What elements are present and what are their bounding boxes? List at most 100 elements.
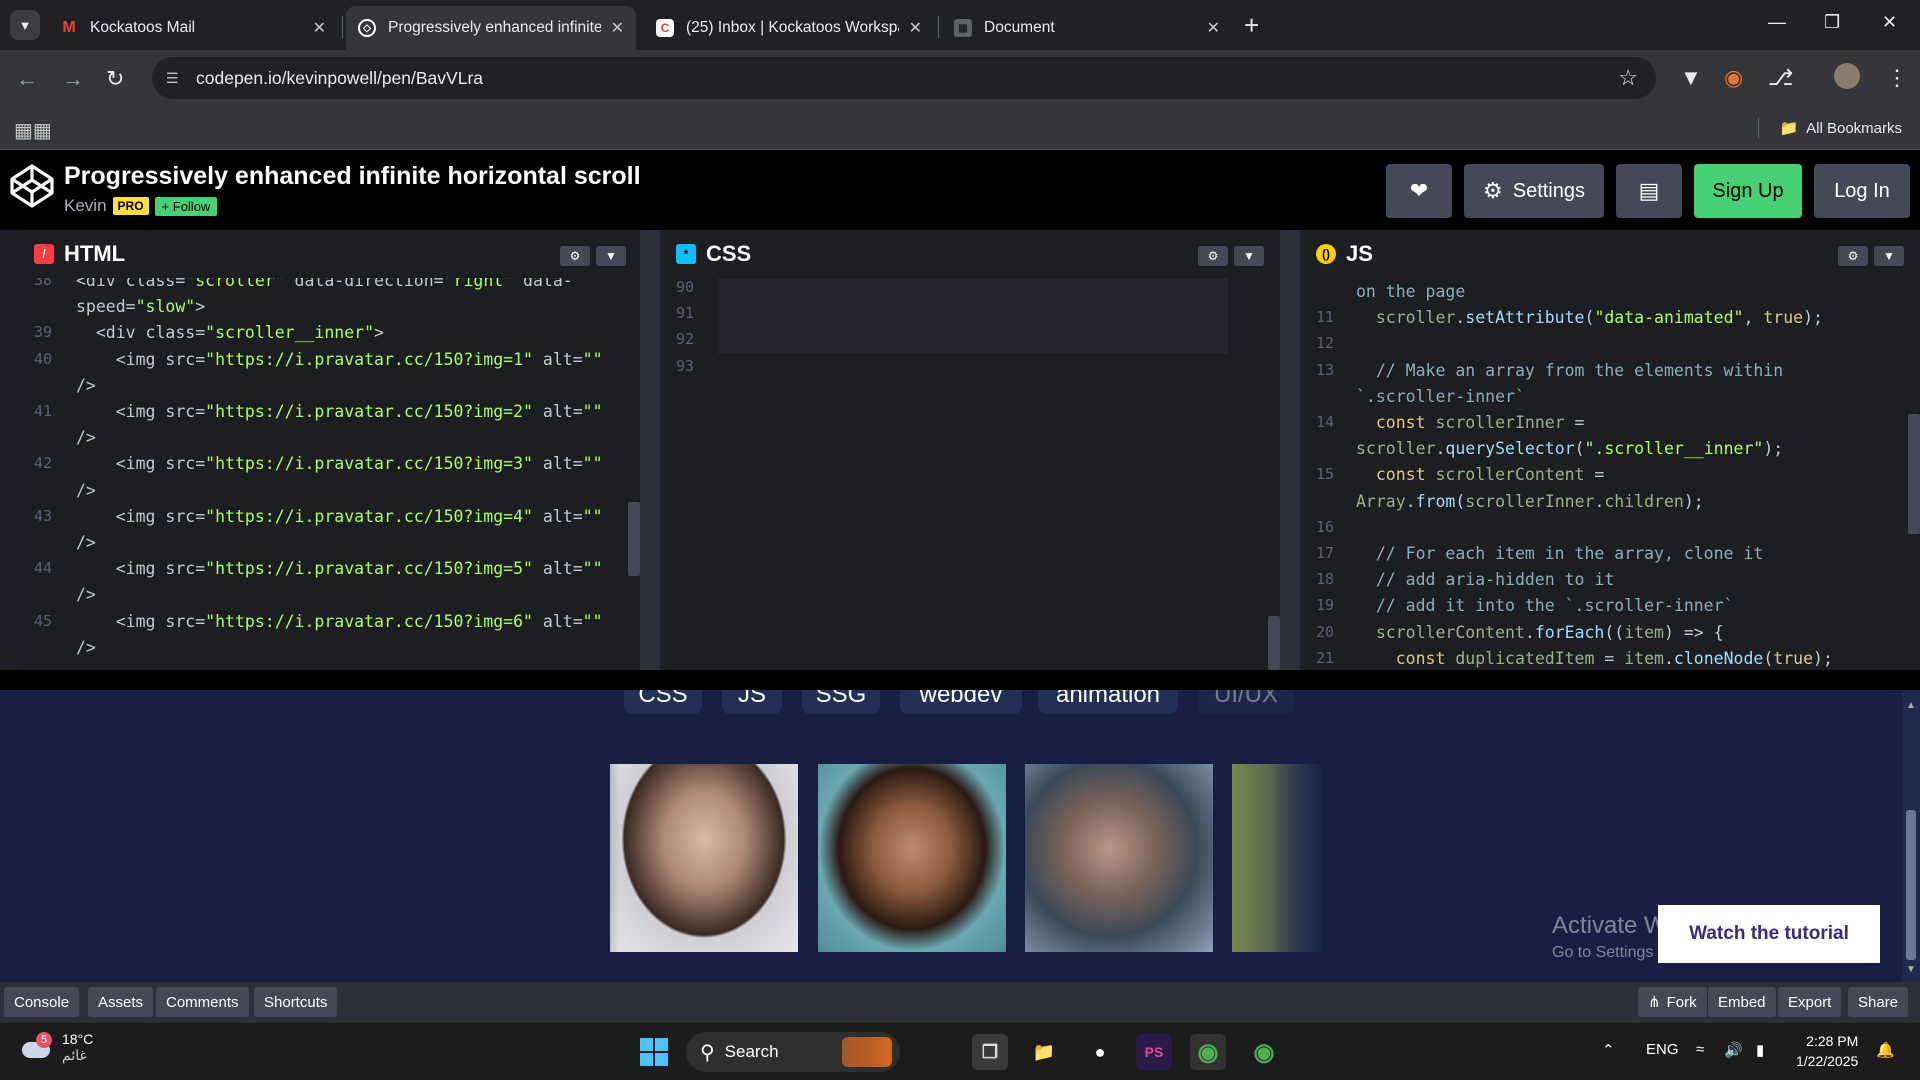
author-name[interactable]: Kevin <box>64 196 107 216</box>
code-line[interactable]: 44 <img src="https://i.pravatar.cc/150?i… <box>20 559 640 585</box>
code-line[interactable]: 38 <div class="scroller" data-direction="… <box>20 278 640 297</box>
code-line[interactable]: 19 // add it into the `.scroller-inner` <box>1302 596 1920 622</box>
login-button[interactable]: Log In <box>1814 164 1910 218</box>
chevron-up-icon[interactable]: ⌃ <box>1602 1041 1615 1059</box>
forward-icon[interactable]: → <box>62 66 84 92</box>
code-line[interactable]: /> <box>20 585 640 611</box>
layout-button[interactable]: ▤ <box>1616 164 1682 218</box>
scroll-down-icon[interactable]: ▼ <box>1906 964 1916 975</box>
code-line[interactable]: 21 const duplicatedItem = item.cloneNode… <box>1302 649 1920 670</box>
vivaldi-extension-icon[interactable]: ▼ <box>1680 65 1702 91</box>
pane-resize-handle[interactable] <box>1280 230 1300 670</box>
code-line[interactable]: /> <box>20 533 640 559</box>
chrome-profile-icon[interactable]: ◉ <box>1246 1034 1282 1070</box>
profile-avatar[interactable] <box>1834 63 1860 89</box>
css-scrollbar[interactable] <box>1268 616 1280 670</box>
windows-start-icon[interactable] <box>636 1034 672 1070</box>
code-line[interactable]: 39 <div class="scroller__inner"> <box>20 323 640 349</box>
bookmark-star-icon[interactable]: ☆ <box>1618 65 1638 91</box>
code-line[interactable]: /> <box>20 428 640 454</box>
css-pane-tab[interactable]: * CSS <box>662 230 754 278</box>
code-line[interactable]: scroller.querySelector(".scroller__inner… <box>1302 439 1920 465</box>
tab-search-button[interactable]: ▼ <box>10 10 40 40</box>
chevron-down-icon[interactable]: ▼ <box>596 246 626 266</box>
back-icon[interactable]: ← <box>16 66 38 92</box>
code-line[interactable]: 18 // add aria-hidden to it <box>1302 570 1920 596</box>
site-info-icon[interactable]: ☰ <box>166 70 186 87</box>
pane-settings-icon[interactable]: ⚙ <box>560 246 590 266</box>
code-line[interactable]: 11 scroller.setAttribute("data-animated"… <box>1302 308 1920 334</box>
export-button[interactable]: Export <box>1778 987 1842 1017</box>
code-line[interactable]: 13 // Make an array from the elements wi… <box>1302 361 1920 387</box>
scroll-thumb[interactable] <box>1906 810 1916 960</box>
notification-bell-icon[interactable]: 🔔 <box>1876 1041 1895 1059</box>
tab-mail[interactable]: M Kockatoos Mail ✕ <box>48 6 338 50</box>
code-line[interactable]: 16 <box>1302 518 1920 544</box>
follow-button[interactable]: + Follow <box>154 196 218 216</box>
shortcuts-button[interactable]: Shortcuts <box>254 987 338 1017</box>
code-line[interactable]: 41 <img src="https://i.pravatar.cc/150?i… <box>20 402 640 428</box>
github-desktop-icon[interactable]: ● <box>1082 1034 1118 1070</box>
tab-inbox[interactable]: C (25) Inbox | Kockatoos Workspa ✕ <box>644 6 934 50</box>
volume-icon[interactable]: 🔊 <box>1724 1041 1743 1059</box>
assets-button[interactable]: Assets <box>88 987 154 1017</box>
settings-button[interactable]: ⚙ Settings <box>1464 164 1604 218</box>
pane-resize-handle[interactable] <box>640 230 660 670</box>
clock[interactable]: 2:28 PM 1/22/2025 <box>1796 1031 1858 1071</box>
task-view-icon[interactable]: ❐ <box>972 1034 1008 1070</box>
watch-tutorial-button[interactable]: Watch the tutorial <box>1658 905 1880 963</box>
html-scrollbar[interactable] <box>628 502 640 576</box>
language-indicator[interactable]: ENG <box>1646 1041 1679 1058</box>
js-scrollbar[interactable] <box>1908 414 1920 534</box>
weather-widget[interactable]: 5 18°C غائم <box>20 1031 93 1064</box>
pen-title[interactable]: Progressively enhanced infinite horizont… <box>64 162 641 191</box>
code-line[interactable]: 93 <box>662 357 1280 383</box>
code-line[interactable]: Array.from(scrollerInner.children); <box>1302 492 1920 518</box>
code-line[interactable]: /> <box>20 376 640 402</box>
code-line[interactable]: `.scroller-inner` <box>1302 387 1920 413</box>
js-code[interactable]: on the page 11 scroller.setAttribute("dat… <box>1302 278 1920 670</box>
js-pane-tab[interactable]: () JS <box>1302 230 1384 278</box>
code-line[interactable]: 12 <box>1302 334 1920 360</box>
pane-settings-icon[interactable]: ⚙ <box>1198 246 1228 266</box>
code-line[interactable]: 14 const scrollerInner = <box>1302 413 1920 439</box>
reload-icon[interactable]: ↻ <box>106 66 124 92</box>
apps-grid-icon[interactable]: ▦▦ <box>14 118 52 143</box>
tab-codepen[interactable]: ◇ Progressively enhanced infinite ✕ <box>346 6 636 50</box>
file-explorer-icon[interactable]: 📁 <box>1026 1034 1062 1070</box>
phpstorm-icon[interactable]: PS <box>1136 1034 1172 1070</box>
code-line[interactable]: /> <box>20 638 640 664</box>
pane-settings-icon[interactable]: ⚙ <box>1838 246 1868 266</box>
html-code[interactable]: 38 <div class="scroller" data-direction="… <box>20 278 640 670</box>
chevron-down-icon[interactable]: ▼ <box>1234 246 1264 266</box>
taskbar-search[interactable]: ⚲ Search <box>686 1032 900 1072</box>
restore-icon[interactable]: ❐ <box>1824 12 1840 33</box>
chevron-down-icon[interactable]: ▼ <box>1874 246 1904 266</box>
code-line[interactable]: 17 // For each item in the array, clone … <box>1302 544 1920 570</box>
signup-button[interactable]: Sign Up <box>1694 164 1802 218</box>
close-icon[interactable]: ✕ <box>1207 18 1220 38</box>
code-line[interactable]: 40 <img src="https://i.pravatar.cc/150?i… <box>20 350 640 376</box>
code-line[interactable]: 20 scrollerContent.forEach((item) => { <box>1302 623 1920 649</box>
chrome-icon[interactable]: ◉ <box>1190 1034 1226 1070</box>
close-icon[interactable]: ✕ <box>909 18 922 38</box>
code-line[interactable]: 15 const scrollerContent = <box>1302 465 1920 491</box>
new-tab-button[interactable]: + <box>1244 10 1259 40</box>
code-line[interactable]: 43 <img src="https://i.pravatar.cc/150?i… <box>20 507 640 533</box>
heart-button[interactable]: ❤ <box>1386 164 1452 218</box>
embed-button[interactable]: Embed <box>1708 987 1776 1017</box>
code-line[interactable]: on the page <box>1302 282 1920 308</box>
code-line[interactable]: speed="slow"> <box>20 297 640 323</box>
console-button[interactable]: Console <box>4 987 80 1017</box>
all-bookmarks-button[interactable]: 📁 All Bookmarks <box>1758 118 1902 138</box>
wifi-icon[interactable]: ≈ <box>1696 1041 1704 1058</box>
cookie-extension-icon[interactable]: ◉ <box>1724 65 1743 91</box>
battery-icon[interactable]: ▮ <box>1756 1041 1764 1059</box>
close-icon[interactable]: ✕ <box>611 18 624 38</box>
scroll-up-icon[interactable]: ▲ <box>1906 700 1916 711</box>
code-line[interactable]: /> <box>20 481 640 507</box>
address-bar[interactable]: ☰ codepen.io/kevinpowell/pen/BavVLra ☆ <box>152 57 1656 99</box>
comments-button[interactable]: Comments <box>156 987 249 1017</box>
tab-document[interactable]: ▦ Document ✕ <box>942 6 1232 50</box>
preview-resize-bar[interactable] <box>0 670 1920 690</box>
